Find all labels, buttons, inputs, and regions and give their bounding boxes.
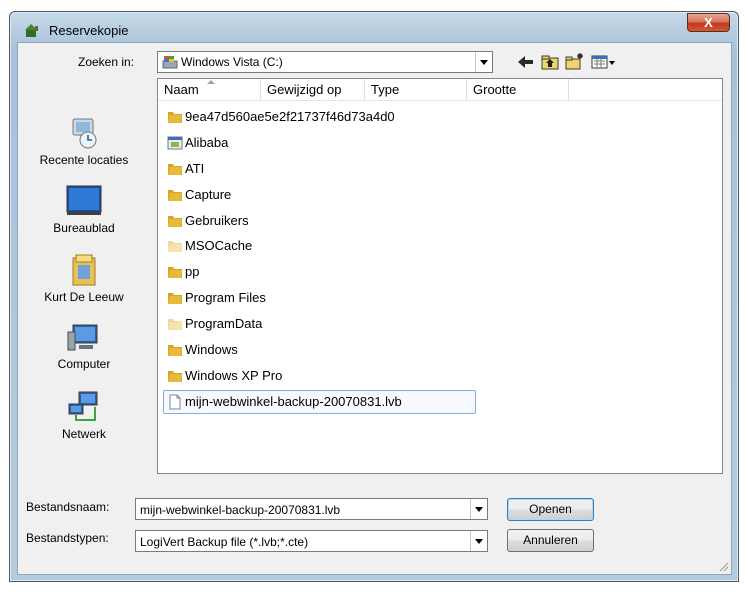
window-title: Reservekopie <box>49 23 129 38</box>
view-menu-icon[interactable] <box>589 51 617 73</box>
file-list-item[interactable]: ProgramData <box>163 312 722 338</box>
look-in-dropdown[interactable]: Windows Vista (C:) <box>157 51 493 73</box>
chevron-down-icon[interactable] <box>470 499 487 519</box>
title-bar[interactable]: Reservekopie X <box>10 12 738 42</box>
file-rows: 9ea47d560ae5e2f21737f46d73a4d0 Alibaba ATI… <box>163 105 722 416</box>
look-in-label: Zoeken in: <box>78 55 135 69</box>
places-bar: Recente locaties Bureaublad Kurt De Leeu… <box>18 79 150 469</box>
column-name-label: Naam <box>164 82 199 97</box>
file-list-item[interactable]: ATI <box>163 157 722 183</box>
file-list-item[interactable]: Capture <box>163 183 722 209</box>
file-name: 9ea47d560ae5e2f21737f46d73a4d0 <box>185 109 395 124</box>
place-label: Computer <box>57 357 111 371</box>
file-name: Windows XP Pro <box>185 367 283 383</box>
file-name: ATI <box>185 160 205 176</box>
filename-input[interactable]: mijn-webwinkel-backup-20070831.lvb <box>135 498 488 520</box>
folder-icon <box>168 267 182 279</box>
chevron-down-icon[interactable] <box>470 531 487 551</box>
place-computer[interactable]: Computer <box>18 322 150 371</box>
filetype-value: LogiVert Backup file (*.lvb;*.cte) <box>140 535 309 549</box>
column-size[interactable]: Grootte <box>467 79 569 101</box>
filename-label: Bestandsnaam: <box>26 500 110 514</box>
folder-icon <box>168 241 182 253</box>
app-icon <box>25 24 38 37</box>
column-type[interactable]: Type <box>365 79 467 101</box>
file-list-item[interactable]: Program Files <box>163 286 722 312</box>
drive-icon <box>162 56 178 69</box>
look-in-value: Windows Vista (C:) <box>181 55 283 69</box>
file-name: ProgramData <box>185 316 263 332</box>
new-folder-icon[interactable] <box>563 51 585 73</box>
filetype-dropdown[interactable]: LogiVert Backup file (*.lvb;*.cte) <box>135 530 488 552</box>
file-name: Windows <box>185 342 238 358</box>
dialog-window: Reservekopie X Zoeken in: Windows Vista … <box>9 11 739 582</box>
folder-icon <box>168 163 182 175</box>
recent-locations-icon <box>72 118 97 149</box>
folder-icon <box>168 112 182 123</box>
folder-icon <box>168 319 182 331</box>
place-user-folder[interactable]: Kurt De Leeuw <box>18 253 150 304</box>
file-list-item[interactable]: MSOCache <box>163 234 722 260</box>
cancel-button[interactable]: Annuleren <box>507 529 594 552</box>
filename-value: mijn-webwinkel-backup-20070831.lvb <box>140 503 341 517</box>
place-label: Recente locaties <box>39 153 129 167</box>
open-button[interactable]: Openen <box>507 498 594 521</box>
application-icon <box>167 136 183 150</box>
folder-icon <box>168 189 182 201</box>
place-network[interactable]: Netwerk <box>18 390 150 441</box>
column-type-label: Type <box>371 82 400 97</box>
computer-icon <box>67 324 98 351</box>
file-list-item[interactable]: Gebruikers <box>163 209 722 235</box>
file-name: Alibaba <box>185 134 229 150</box>
file-icon <box>169 394 181 410</box>
dialog-client: Zoeken in: Windows Vista (C:) Recente lo… <box>17 42 732 575</box>
file-list[interactable]: Naam Gewijzigd op Type Grootte 9ea47d560… <box>157 78 723 474</box>
file-list-item[interactable]: pp <box>163 260 722 286</box>
file-name: Program Files <box>185 290 266 306</box>
user-folder-icon <box>72 254 96 286</box>
file-name: mijn-webwinkel-backup-20070831.lvb <box>185 393 402 409</box>
column-header: Naam Gewijzigd op Type Grootte <box>158 79 722 101</box>
sort-ascending-icon <box>207 80 215 84</box>
folder-icon <box>168 370 182 382</box>
file-list-item[interactable]: Alibaba <box>163 131 722 157</box>
back-arrow-icon[interactable] <box>515 51 537 73</box>
file-list-item[interactable]: Windows XP Pro <box>163 364 722 390</box>
column-name[interactable]: Naam <box>158 79 261 101</box>
file-list-item[interactable]: Windows <box>163 338 722 364</box>
folder-icon <box>168 345 182 357</box>
folder-icon <box>168 293 182 305</box>
place-label: Bureaublad <box>53 221 115 235</box>
column-modified[interactable]: Gewijzigd op <box>261 79 365 101</box>
file-list-item[interactable]: 9ea47d560ae5e2f21737f46d73a4d0 <box>163 105 722 131</box>
place-label: Netwerk <box>61 427 106 441</box>
folder-icon <box>168 215 182 227</box>
desktop-icon <box>66 185 102 215</box>
network-icon <box>68 391 98 421</box>
place-recent-locations[interactable]: Recente locaties <box>18 116 150 167</box>
resize-grip-icon[interactable] <box>717 560 729 572</box>
file-name: Gebruikers <box>185 212 249 228</box>
filetype-label: Bestandstypen: <box>26 531 109 545</box>
file-name: pp <box>185 264 200 280</box>
column-size-label: Grootte <box>473 82 517 97</box>
column-modified-label: Gewijzigd op <box>267 82 342 97</box>
file-list-item-selected[interactable]: mijn-webwinkel-backup-20070831.lvb <box>163 389 722 416</box>
chevron-down-icon[interactable] <box>475 52 492 72</box>
place-desktop[interactable]: Bureaublad <box>18 184 150 235</box>
folder-up-icon[interactable] <box>539 51 561 73</box>
file-name: MSOCache <box>185 238 253 254</box>
close-button[interactable]: X <box>687 13 730 32</box>
file-name: Capture <box>185 186 232 202</box>
place-label: Kurt De Leeuw <box>44 290 124 304</box>
